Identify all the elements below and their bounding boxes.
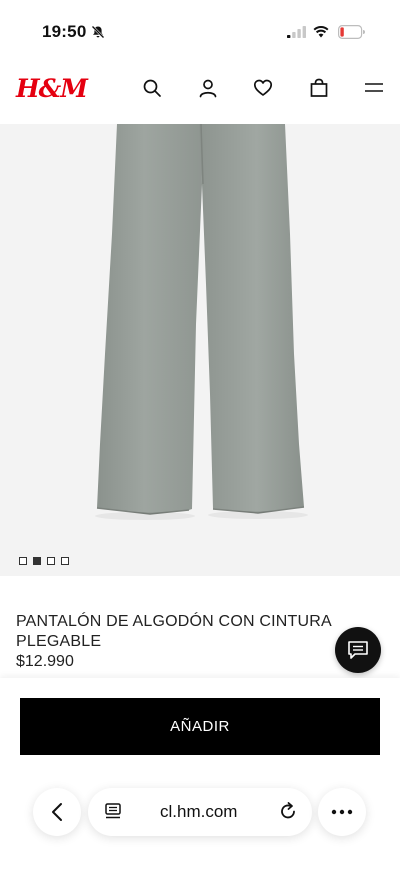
bag-icon[interactable] bbox=[309, 78, 329, 98]
browser-more-button[interactable] bbox=[318, 788, 366, 836]
url-text: cl.hm.com bbox=[160, 802, 238, 821]
product-price: $12.990 bbox=[16, 653, 74, 670]
hm-logo[interactable]: H&M bbox=[16, 74, 88, 103]
battery-low-icon bbox=[338, 25, 365, 39]
search-icon[interactable] bbox=[142, 78, 162, 98]
product-image[interactable] bbox=[0, 124, 400, 576]
chat-icon bbox=[348, 641, 368, 659]
bell-slash-icon bbox=[91, 25, 105, 39]
product-name: PANTALÓN DE ALGODÓN CON CINTURA PLEGABLE bbox=[16, 613, 331, 650]
back-icon bbox=[52, 803, 62, 821]
account-icon[interactable] bbox=[198, 78, 218, 98]
status-bar: 19:50 bbox=[0, 0, 400, 64]
more-icon bbox=[331, 809, 353, 815]
reader-icon[interactable] bbox=[104, 802, 122, 820]
address-bar[interactable]: cl.hm.com bbox=[88, 788, 312, 836]
wifi-icon bbox=[313, 26, 329, 38]
chat-button[interactable] bbox=[335, 627, 381, 673]
gray-flared-pants-image bbox=[95, 124, 308, 520]
gallery-dot[interactable] bbox=[19, 557, 27, 565]
gallery-dot[interactable] bbox=[47, 557, 55, 565]
add-to-bag-button[interactable]: AÑADIR bbox=[20, 698, 380, 755]
gallery-indicator bbox=[19, 557, 69, 565]
gallery-dot-active[interactable] bbox=[33, 557, 41, 565]
status-time: 19:50 bbox=[42, 22, 87, 41]
browser-back-button[interactable] bbox=[33, 788, 81, 836]
menu-icon[interactable] bbox=[364, 78, 384, 98]
site-header: H&M bbox=[0, 64, 400, 124]
gallery-dot[interactable] bbox=[61, 557, 69, 565]
signal-icon bbox=[287, 26, 306, 38]
reload-icon[interactable] bbox=[278, 801, 298, 821]
heart-icon[interactable] bbox=[253, 78, 273, 98]
